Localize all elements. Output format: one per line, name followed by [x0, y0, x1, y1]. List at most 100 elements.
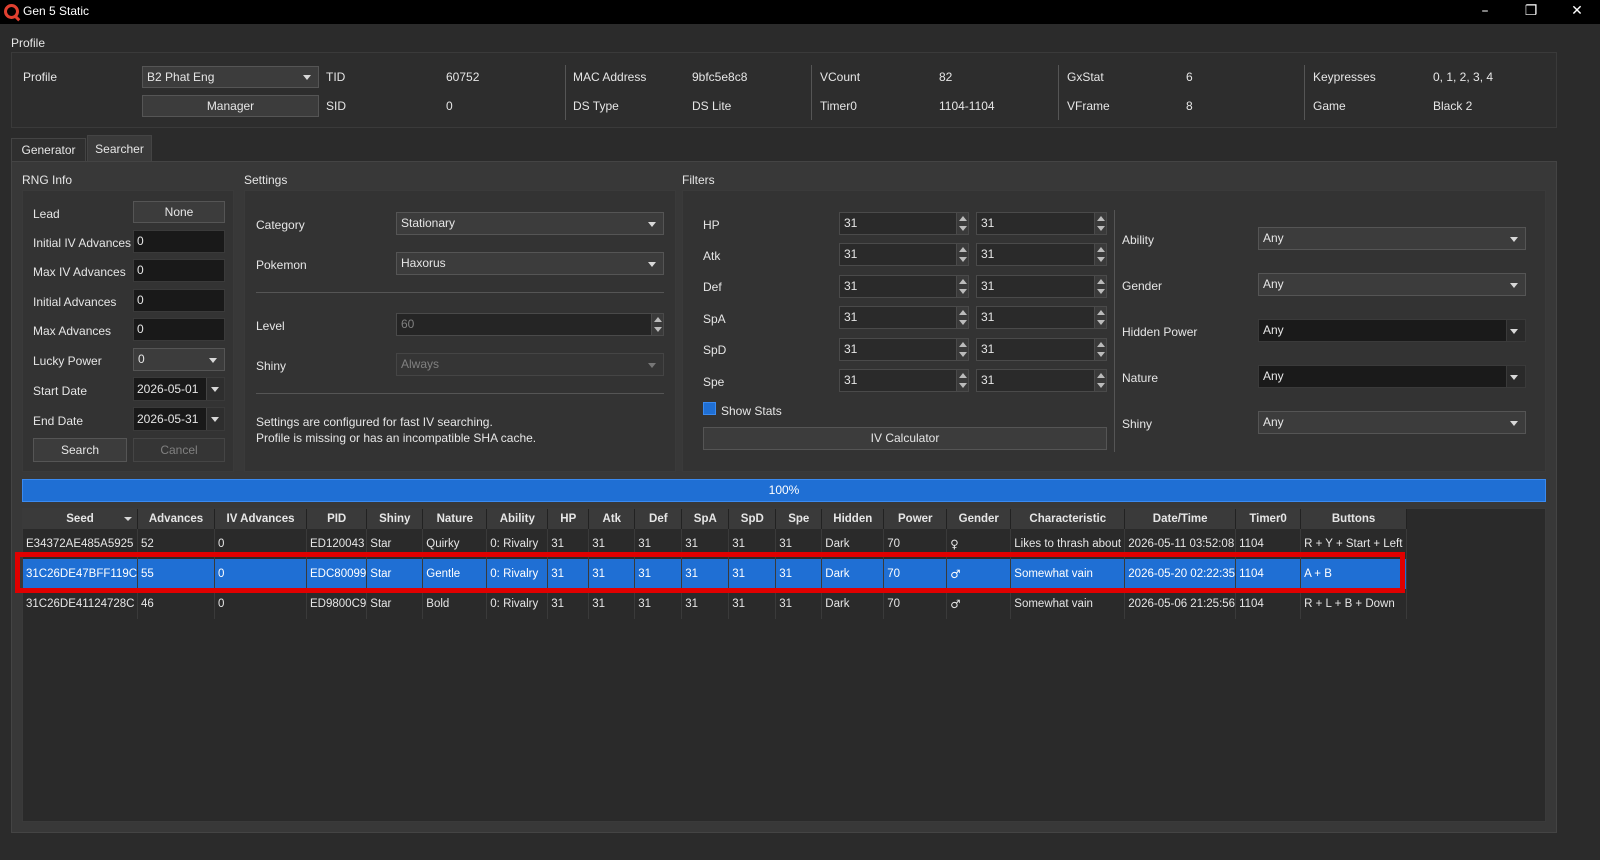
arrow-down-icon [959, 289, 967, 294]
iv-max-atk[interactable]: 31 [976, 243, 1107, 266]
column-header[interactable]: Nature [422, 509, 488, 529]
minimize-button[interactable]: – [1462, 0, 1508, 24]
column-header[interactable]: SpA [681, 509, 730, 529]
category-select[interactable]: Stationary [396, 212, 664, 235]
spin-buttons[interactable] [1094, 276, 1106, 297]
table-row[interactable]: 31C26DE41124728C 46 0 ED9800C9 Star Bold… [23, 589, 1408, 619]
tab-searcher[interactable]: Searcher [87, 135, 152, 162]
settings-label: Settings [244, 173, 288, 187]
arrow-down-icon [959, 320, 967, 325]
arrow-down-icon [959, 383, 967, 388]
iv-max-spd[interactable]: 31 [976, 338, 1107, 361]
separator [811, 65, 812, 120]
pokemon-select[interactable]: Haxorus [396, 252, 664, 275]
max-iv-advances-label: Max IV Advances [33, 265, 126, 279]
column-header[interactable]: Timer0 [1235, 509, 1302, 529]
column-header[interactable]: Spe [775, 509, 823, 529]
column-header[interactable]: Hidden [821, 509, 885, 529]
iv-min-atk[interactable]: 31 [839, 243, 969, 266]
chevron-down-icon [648, 221, 656, 227]
hidden-power-select[interactable]: Any [1258, 319, 1526, 342]
initial-iv-advances-input[interactable]: 0 [133, 230, 225, 253]
lucky-power-label: Lucky Power [33, 354, 102, 368]
close-button[interactable]: ✕ [1554, 0, 1600, 24]
column-header[interactable]: Characteristic [1010, 509, 1126, 529]
spin-buttons[interactable] [956, 276, 968, 297]
shiny-label: Shiny [256, 359, 287, 373]
column-header[interactable]: Shiny [366, 509, 424, 529]
separator [565, 65, 566, 120]
search-button[interactable]: Search [33, 438, 127, 462]
category-value: Stationary [401, 216, 456, 230]
spin-buttons[interactable] [956, 370, 968, 391]
column-header[interactable]: Atk [588, 509, 636, 529]
table-cell: 31 [775, 589, 823, 619]
column-header[interactable]: SpD [728, 509, 777, 529]
iv-max-hp[interactable]: 31 [976, 212, 1107, 235]
tab-generator[interactable]: Generator [11, 138, 86, 161]
restore-button[interactable]: ❐ [1508, 0, 1554, 24]
column-header[interactable]: Power [883, 509, 948, 529]
gender-select[interactable]: Any [1258, 273, 1526, 296]
column-header[interactable]: IV Advances [214, 509, 308, 529]
profile-select[interactable]: B2 Phat Eng [142, 66, 319, 88]
spin-buttons[interactable] [651, 314, 663, 335]
initial-advances-input[interactable]: 0 [133, 289, 225, 312]
spin-buttons[interactable] [956, 339, 968, 360]
iv-min-spa[interactable]: 31 [839, 306, 969, 329]
max-advances-input[interactable]: 0 [133, 318, 225, 341]
iv-max-spa[interactable]: 31 [976, 306, 1107, 329]
chevron-down-icon [1510, 282, 1518, 288]
cancel-button[interactable]: Cancel [133, 438, 225, 462]
column-header[interactable]: Buttons [1300, 509, 1408, 529]
calendar-dropdown-button[interactable] [206, 408, 224, 430]
column-header[interactable]: PID [306, 509, 368, 529]
spin-buttons[interactable] [956, 307, 968, 328]
table-cell: 31 [634, 589, 683, 619]
column-header[interactable]: Advances [137, 509, 216, 529]
shiny-select[interactable]: Always [396, 353, 664, 376]
spin-buttons[interactable] [1094, 244, 1106, 265]
pokemon-label: Pokemon [256, 258, 307, 272]
arrow-up-icon [959, 279, 967, 284]
ability-select[interactable]: Any [1258, 227, 1526, 250]
iv-min-spd[interactable]: 31 [839, 338, 969, 361]
spin-buttons[interactable] [1094, 370, 1106, 391]
lucky-power-select[interactable]: 0 [133, 348, 225, 371]
level-spinbox[interactable]: 60 [396, 313, 664, 336]
iv-max-spe[interactable]: 31 [976, 369, 1107, 392]
iv-min-hp[interactable]: 31 [839, 212, 969, 235]
start-date-input[interactable]: 2026-05-01 [133, 377, 225, 401]
chevron-down-icon [211, 417, 219, 422]
calendar-dropdown-button[interactable] [206, 378, 224, 400]
nature-select[interactable]: Any [1258, 365, 1526, 388]
column-header[interactable]: HP [547, 509, 590, 529]
iv-max-def[interactable]: 31 [976, 275, 1107, 298]
spin-buttons[interactable] [1094, 213, 1106, 234]
iv-min-spe[interactable]: 31 [839, 369, 969, 392]
spin-buttons[interactable] [956, 244, 968, 265]
lead-button[interactable]: None [133, 201, 225, 223]
manager-button[interactable]: Manager [142, 95, 319, 117]
column-header[interactable]: Gender [946, 509, 1012, 529]
column-header[interactable]: Date/Time [1124, 509, 1237, 529]
column-header[interactable]: Seed [23, 509, 139, 529]
show-stats-checkbox[interactable] [703, 402, 716, 415]
spin-buttons[interactable] [1094, 339, 1106, 360]
separator [1114, 210, 1115, 452]
iv-label-spe: Spe [703, 375, 725, 389]
column-header[interactable]: Ability [486, 509, 549, 529]
column-header[interactable]: Def [634, 509, 683, 529]
end-date-input[interactable]: 2026-05-31 [133, 407, 225, 431]
iv-min-def[interactable]: 31 [839, 275, 969, 298]
max-iv-advances-input[interactable]: 0 [133, 259, 225, 282]
spin-buttons[interactable] [956, 213, 968, 234]
shiny-filter-select[interactable]: Any [1258, 411, 1526, 434]
iv-calculator-button[interactable]: IV Calculator [703, 427, 1107, 450]
lead-label: Lead [33, 207, 60, 221]
spin-buttons[interactable] [1094, 307, 1106, 328]
ability-label: Ability [1122, 233, 1155, 247]
arrow-up-icon [654, 317, 662, 322]
table-cell: Star [366, 589, 424, 619]
gxstat-label: GxStat [1067, 70, 1104, 84]
